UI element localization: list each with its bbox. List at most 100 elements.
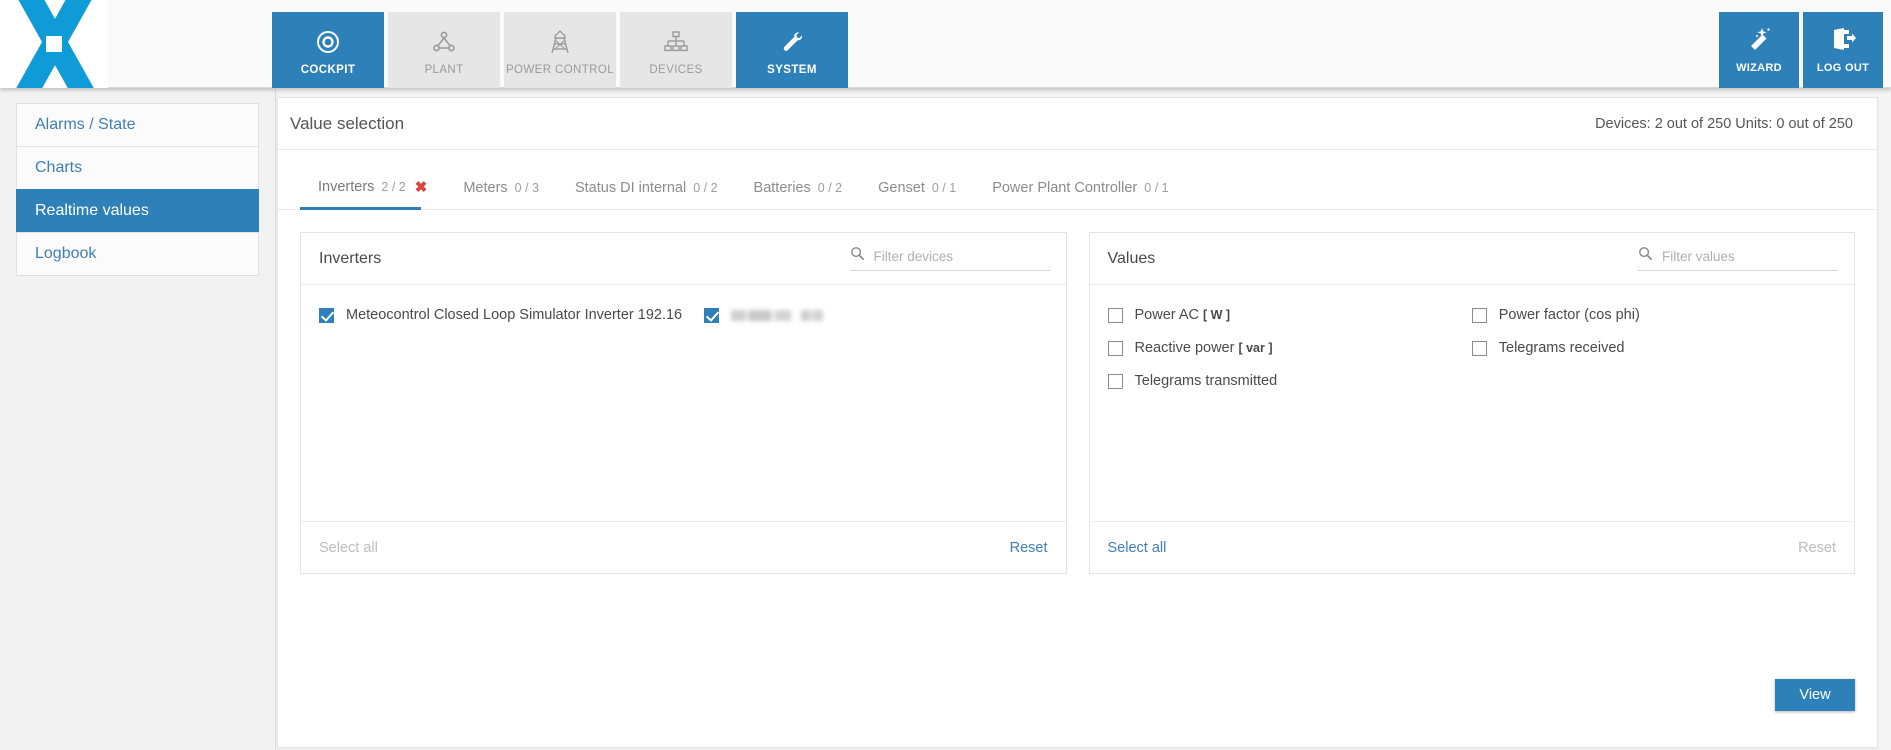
tab-label: Meters (463, 180, 508, 196)
wizard-label: WIZARD (1736, 62, 1782, 74)
tab-label: Batteries (753, 180, 811, 196)
main-navigation: COCKPIT PLANT POWER CONTROL DEVICES SYST… (272, 12, 848, 88)
values-select-all-link[interactable]: Select all (1108, 540, 1167, 556)
list-item[interactable]: Meteocontrol Closed Loop Simulator Inver… (319, 307, 1048, 323)
value-label: Telegrams transmitted (1134, 373, 1278, 389)
content-area: Value selection Devices: 2 out of 250 Un… (277, 89, 1891, 750)
redacted-text (731, 309, 792, 321)
values-reset-link[interactable]: Reset (1798, 540, 1836, 556)
list-item[interactable]: Telegrams received (1471, 340, 1836, 356)
device-type-tabs: Inverters 2 / 2 ✖ Meters 0 / 3 Status DI… (278, 156, 1877, 210)
devices-panel-header: Inverters (301, 233, 1066, 285)
values-column-right: Power factor (cos phi) Telegrams receive… (1471, 307, 1836, 406)
filter-values-input[interactable] (1662, 248, 1832, 264)
sidebar-item-label: Logbook (35, 245, 97, 262)
logout-label: LOG OUT (1816, 62, 1870, 74)
values-column-left: Power AC [ W ] Reactive power [ var ] Te… (1107, 307, 1472, 406)
view-button[interactable]: View (1775, 679, 1855, 711)
device-counter: Devices: 2 out of 250 Units: 0 out of 25… (1595, 115, 1853, 132)
sidebar-item-charts[interactable]: Charts (16, 146, 259, 190)
top-bar: COCKPIT PLANT POWER CONTROL DEVICES SYST… (0, 0, 1891, 88)
nav-tab-label: SYSTEM (767, 63, 817, 76)
device-checkbox[interactable] (704, 307, 720, 323)
logout-icon (1830, 26, 1856, 57)
value-checkbox[interactable] (1471, 307, 1487, 323)
sidebar-item-label: Charts (35, 159, 83, 176)
selection-panels: Inverters Meteocontro (278, 210, 1877, 574)
tab-count: 0 / 3 (514, 181, 539, 195)
page-title: Value selection (290, 113, 405, 133)
devices-panel-footer: Select all Reset (301, 521, 1066, 573)
device-filter[interactable] (849, 246, 1050, 271)
value-checkbox[interactable] (1107, 307, 1123, 323)
values-panel-footer: Select all Reset (1089, 521, 1854, 573)
tab-inverters[interactable]: Inverters 2 / 2 ✖ (300, 178, 445, 210)
nav-tab-devices[interactable]: DEVICES (620, 12, 732, 88)
header-actions: WIZARD LOG OUT (1719, 12, 1883, 88)
tab-label: Status DI internal (574, 180, 687, 196)
devices-panel-title: Inverters (319, 249, 382, 267)
value-checkbox[interactable] (1107, 373, 1123, 389)
values-panel-title: Values (1107, 249, 1156, 267)
value-label: Power factor (cos phi) (1498, 307, 1640, 323)
nav-tab-system[interactable]: SYSTEM (736, 12, 848, 88)
value-label: Telegrams received (1498, 340, 1625, 356)
search-icon (850, 246, 865, 266)
sidebar-item-alarms-state[interactable]: Alarms / State (16, 103, 259, 147)
list-item[interactable]: Power AC [ W ] (1107, 307, 1472, 323)
search-icon (1638, 246, 1653, 266)
card-header: Value selection Devices: 2 out of 250 Un… (278, 98, 1877, 150)
value-checkbox[interactable] (1107, 340, 1123, 356)
tab-count: 2 / 2 (381, 180, 406, 194)
redacted-text (801, 309, 824, 321)
value-label: Reactive power [ var ] (1134, 340, 1273, 356)
tab-genset[interactable]: Genset 0 / 1 (860, 180, 974, 209)
device-label: Meteocontrol Closed Loop Simulator Inver… (346, 307, 683, 323)
tab-power-plant-controller[interactable]: Power Plant Controller 0 / 1 (974, 180, 1186, 209)
tab-count: 0 / 2 (693, 181, 718, 195)
devices-list: Meteocontrol Closed Loop Simulator Inver… (301, 285, 1066, 521)
list-item[interactable]: Reactive power [ var ] (1107, 340, 1472, 356)
tab-label: Inverters (318, 179, 375, 195)
devices-panel: Inverters Meteocontro (300, 232, 1067, 574)
nav-tab-power-control[interactable]: POWER CONTROL (504, 12, 616, 88)
value-filter[interactable] (1638, 246, 1838, 271)
app-logo (0, 0, 108, 88)
card-footer: View (278, 661, 1877, 747)
values-list: Power AC [ W ] Reactive power [ var ] Te… (1090, 285, 1855, 521)
value-checkbox[interactable] (1471, 340, 1487, 356)
device-checkbox[interactable] (319, 307, 334, 323)
magic-wand-icon (1746, 26, 1772, 57)
values-panel: Values Filter values Power AC [W] Reac… (1088, 232, 1855, 574)
list-item[interactable]: Telegrams transmitted (1107, 373, 1472, 389)
nav-tab-label: PLANT (424, 63, 464, 76)
tab-label: Genset (878, 180, 925, 196)
logout-button[interactable]: LOG OUT (1803, 12, 1883, 88)
wrench-icon (779, 25, 805, 59)
sidebar-item-logbook[interactable]: Logbook (16, 232, 259, 276)
nav-tab-label: DEVICES (649, 63, 703, 76)
sidebar-item-realtime-values[interactable]: Realtime values (16, 189, 259, 233)
nav-tab-plant[interactable]: PLANT (388, 12, 500, 88)
clear-selection-icon[interactable]: ✖ (415, 178, 428, 196)
filter-devices-input[interactable] (873, 248, 1044, 264)
value-unit: [ W ] (1203, 308, 1231, 322)
list-item[interactable]: Power factor (cos phi) (1471, 307, 1836, 323)
tab-count: 0 / 1 (1144, 181, 1169, 195)
wizard-button[interactable]: WIZARD (1719, 12, 1799, 88)
cockpit-icon (315, 25, 341, 59)
tab-batteries[interactable]: Batteries 0 / 2 (736, 180, 861, 209)
nav-tab-cockpit[interactable]: COCKPIT (272, 12, 384, 88)
nav-tab-label: COCKPIT (300, 63, 356, 76)
value-selection-card: Value selection Devices: 2 out of 250 Un… (277, 97, 1878, 748)
power-control-icon (547, 25, 573, 59)
sidebar-item-label: Realtime values (35, 202, 149, 219)
devices-select-all-link[interactable]: Select all (319, 540, 378, 556)
devices-reset-link[interactable]: Reset (1010, 540, 1048, 556)
tab-meters[interactable]: Meters 0 / 3 (445, 180, 557, 209)
values-panel-header: Values (1089, 233, 1854, 285)
tab-label: Power Plant Controller (992, 180, 1138, 196)
device-label-redacted (731, 307, 824, 323)
tab-status-di-internal[interactable]: Status DI internal 0 / 2 (557, 180, 736, 209)
nav-tab-label: POWER CONTROL (505, 63, 615, 76)
